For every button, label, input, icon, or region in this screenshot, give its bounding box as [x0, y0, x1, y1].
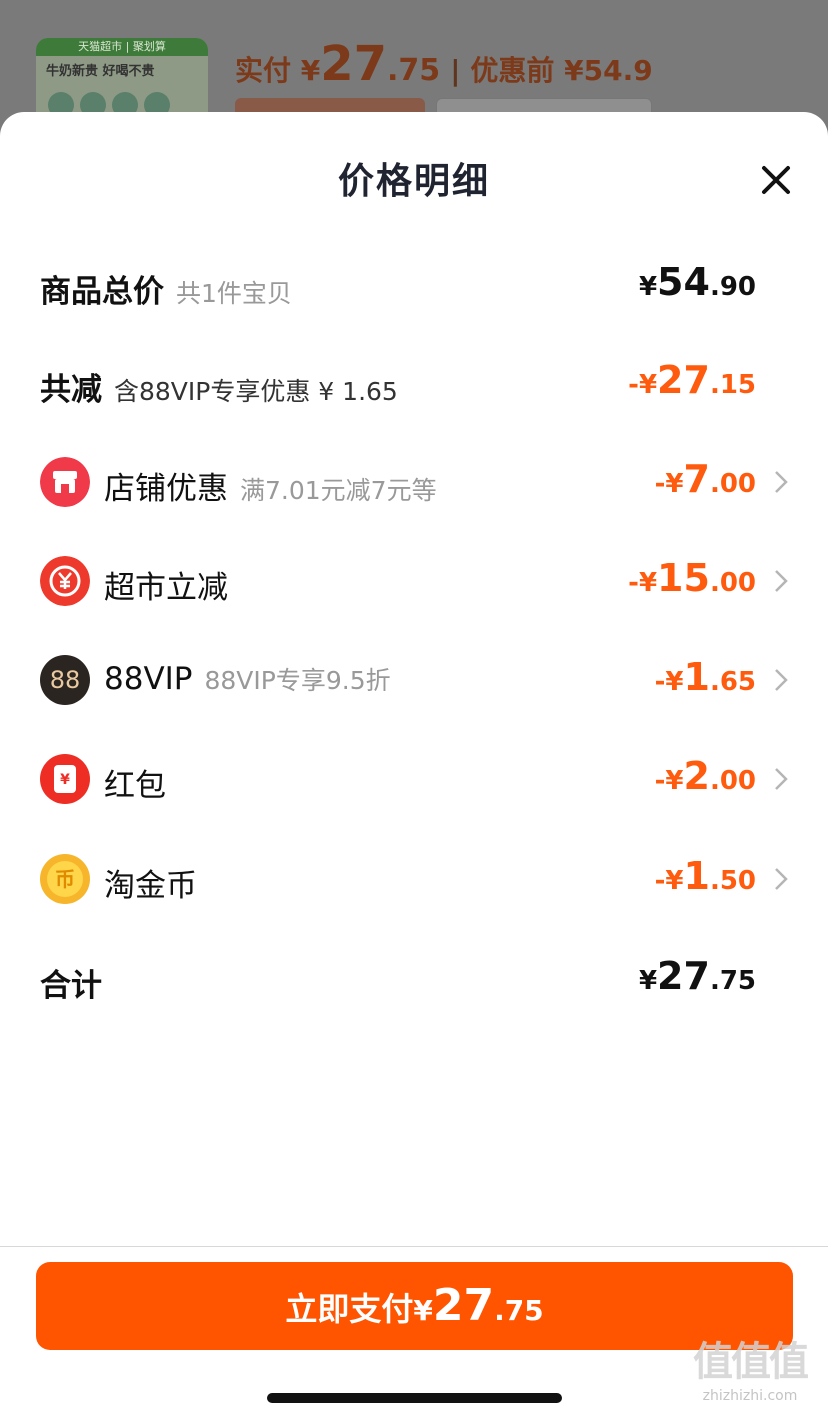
background-price: 实付 ¥27.75 | 优惠前 ¥54.9 [235, 36, 653, 92]
row-taojinbi[interactable]: 币 淘金币 -¥1.50 [0, 850, 828, 910]
sheet-title: 价格明细 [337, 161, 490, 202]
row-label: 商品总价 [40, 274, 164, 310]
close-icon[interactable] [756, 160, 796, 200]
row-amount: ¥54.90 [638, 260, 756, 304]
price-detail-sheet: 价格明细 商品总价 共1件宝贝 ¥54.90 共减 含88VIP专享优惠 ¥ 1.6… [0, 112, 828, 1421]
row-amount: -¥2.00 [654, 754, 756, 798]
red-packet-icon: ¥ [40, 754, 90, 804]
paid-dec: .75 [387, 53, 441, 88]
row-label: 88VIP [104, 661, 193, 697]
chevron-right-icon [775, 570, 788, 592]
row-supermarket-discount[interactable]: 超市立减 -¥15.00 [0, 552, 828, 612]
watermark-url: zhizhizhi.com [702, 1388, 798, 1404]
row-sub: 满7.01元减7元等 [240, 476, 437, 505]
row-sub: 共1件宝贝 [176, 279, 292, 308]
row-amount: ¥27.75 [638, 954, 756, 998]
chevron-right-icon [775, 768, 788, 790]
chevron-right-icon [775, 669, 788, 691]
row-amount: -¥7.00 [654, 457, 756, 501]
row-amount: -¥1.65 [654, 655, 756, 699]
88vip-icon: 88 [40, 655, 90, 705]
row-amount: -¥1.50 [654, 854, 756, 898]
row-sub: 88VIP专享9.5折 [204, 666, 391, 695]
row-label: 淘金币 [104, 868, 197, 904]
original-price: 优惠前 ¥54.9 [470, 54, 653, 87]
price-separator: | [450, 54, 461, 87]
paid-int: 27 [320, 36, 388, 92]
shop-icon [40, 457, 90, 507]
row-total-reduction: 共减 含88VIP专享优惠 ¥ 1.65 -¥27.15 [0, 354, 828, 414]
pay-button-label: 立即支付 [285, 1290, 414, 1328]
home-indicator[interactable] [267, 1393, 562, 1403]
taojinbi-coin-icon: 币 [40, 854, 90, 904]
row-label: 店铺优惠 [104, 471, 228, 507]
row-label: 合计 [40, 968, 102, 1004]
row-amount: -¥27.15 [628, 358, 756, 402]
row-red-packet[interactable]: ¥ 红包 -¥2.00 [0, 750, 828, 810]
row-sum: 合计 ¥27.75 [0, 950, 828, 1010]
row-label: 超市立减 [104, 570, 228, 606]
row-88vip[interactable]: 88 88VIP 88VIP专享9.5折 -¥1.65 [0, 651, 828, 711]
product-thumbnail-banner: 天猫超市 | 聚划算 [36, 38, 208, 56]
watermark-logo: 值值值 [693, 1339, 809, 1385]
paid-label: 实付 ¥ [235, 54, 321, 87]
row-shop-discount[interactable]: 店铺优惠 满7.01元减7元等 -¥7.00 [0, 453, 828, 513]
row-amount: -¥15.00 [628, 556, 756, 600]
product-thumbnail-slogan: 牛奶新贵 好喝不贵 [46, 64, 155, 79]
row-label: 红包 [104, 768, 166, 804]
chevron-right-icon [775, 868, 788, 890]
supermarket-discount-icon [40, 556, 90, 606]
row-sub: 含88VIP专享优惠 ¥ 1.65 [114, 377, 398, 406]
row-label: 共减 [40, 372, 102, 408]
chevron-right-icon [775, 471, 788, 493]
footer-divider [0, 1246, 828, 1247]
watermark: 值值值 zhizhizhi.com [676, 1336, 824, 1416]
row-total-price: 商品总价 共1件宝贝 ¥54.90 [0, 256, 828, 316]
